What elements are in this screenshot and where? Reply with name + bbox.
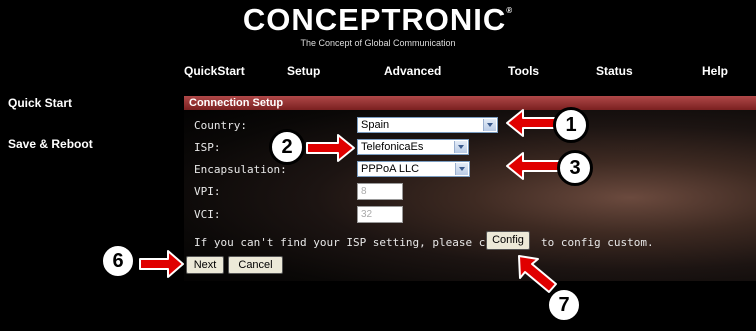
- callout-6: 6: [100, 243, 136, 279]
- callout-2: 2: [269, 129, 305, 165]
- callout-7: 7: [546, 287, 582, 323]
- arrow-left-icon: [506, 152, 563, 180]
- callout-1: 1: [553, 107, 589, 143]
- arrow-up-left-icon: [518, 255, 557, 293]
- callout-arrows: [139, 109, 563, 293]
- arrow-right-icon: [139, 250, 184, 278]
- callout-3: 3: [557, 150, 593, 186]
- arrow-right-icon: [306, 134, 355, 162]
